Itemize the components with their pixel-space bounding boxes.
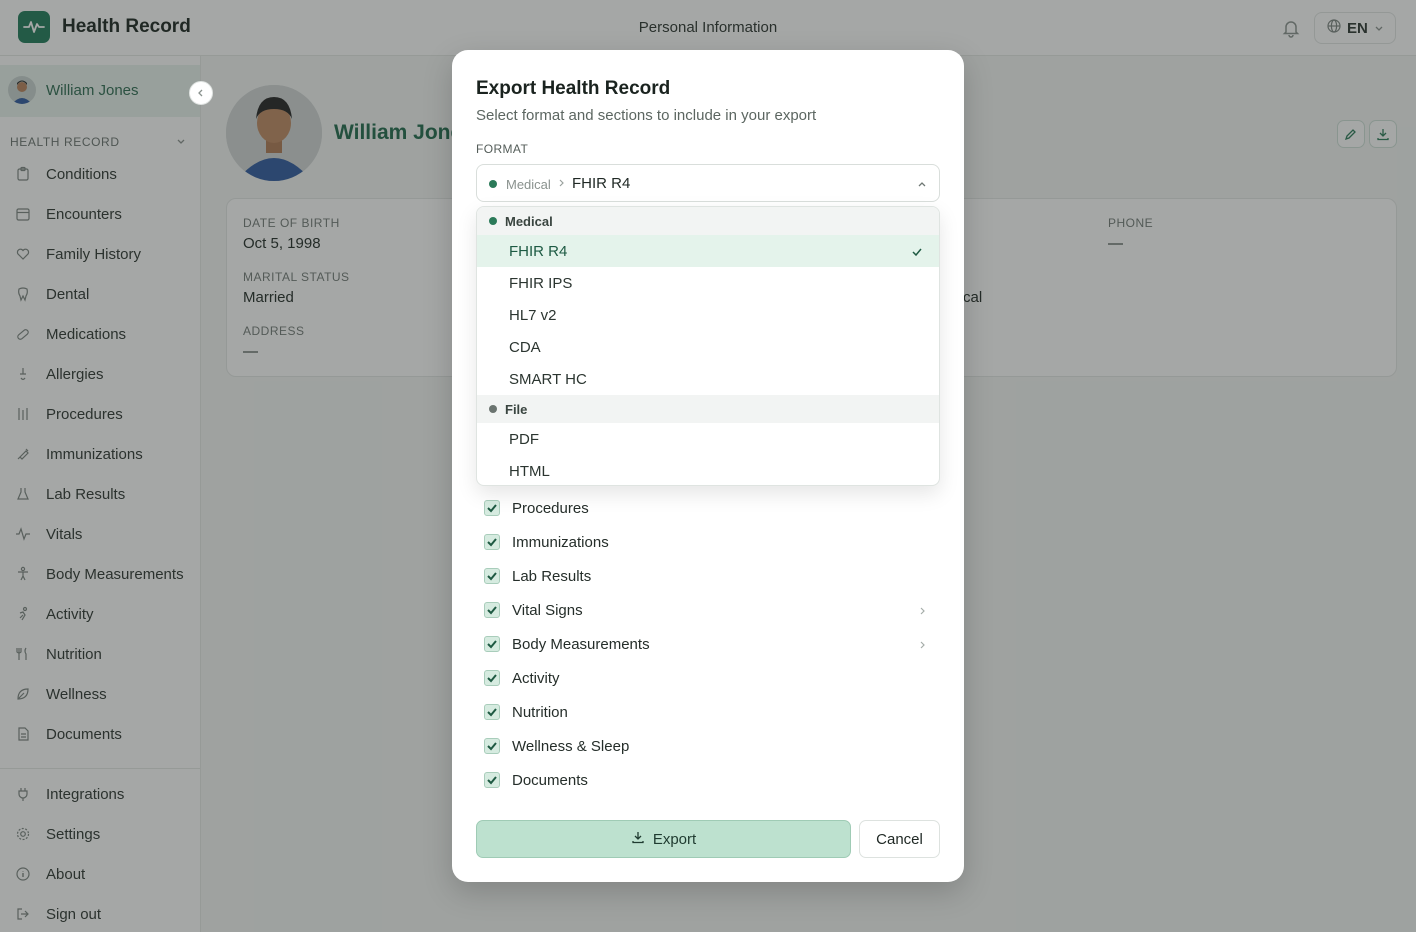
selected-format-value: FHIR R4 bbox=[572, 175, 631, 192]
section-checkbox-row[interactable]: Immunizations bbox=[484, 531, 934, 555]
section-checkbox-label: Documents bbox=[512, 772, 588, 789]
dropdown-option-label: PDF bbox=[509, 431, 539, 448]
group-dot-icon bbox=[489, 405, 497, 413]
section-checkbox-row[interactable]: Procedures bbox=[484, 497, 934, 521]
chevron-up-icon bbox=[915, 177, 929, 191]
checkbox-checked-icon[interactable] bbox=[484, 534, 500, 550]
modal-title: Export Health Record bbox=[476, 78, 671, 99]
group-dot-icon bbox=[489, 217, 497, 225]
section-checkbox-label: Nutrition bbox=[512, 704, 568, 721]
cancel-label: Cancel bbox=[876, 830, 923, 848]
section-checkbox-row[interactable]: Body Measurements bbox=[484, 633, 934, 657]
download-icon bbox=[631, 830, 645, 848]
chevron-right-icon[interactable] bbox=[918, 638, 928, 650]
dropdown-option-label: HTML bbox=[509, 463, 550, 480]
dropdown-option-label: FHIR R4 bbox=[509, 243, 568, 260]
checkbox-checked-icon[interactable] bbox=[484, 500, 500, 516]
section-checkbox-row[interactable]: Nutrition bbox=[484, 701, 934, 725]
section-checkbox-label: Body Measurements bbox=[512, 636, 650, 653]
section-checkbox-label: Lab Results bbox=[512, 568, 592, 585]
section-checkbox-label: Immunizations bbox=[512, 534, 609, 551]
export-label: Export bbox=[652, 830, 697, 848]
modal-subtitle: Select format and sections to include in… bbox=[476, 107, 817, 124]
section-checkbox-row[interactable]: Documents bbox=[484, 769, 934, 793]
collapse-sidebar-button[interactable] bbox=[189, 81, 213, 105]
dropdown-option[interactable]: HL7 v2 bbox=[477, 299, 939, 331]
dropdown-group-label: File bbox=[505, 402, 528, 417]
section-checkbox-row[interactable]: Activity bbox=[484, 667, 934, 691]
dropdown-option-label: HL7 v2 bbox=[509, 307, 557, 324]
checkbox-checked-icon[interactable] bbox=[484, 670, 500, 686]
format-label: FORMAT bbox=[476, 142, 529, 156]
checkbox-checked-icon[interactable] bbox=[484, 704, 500, 720]
cancel-button[interactable]: Cancel bbox=[859, 820, 940, 858]
dropdown-option[interactable]: CDA bbox=[477, 331, 939, 363]
section-checkbox-label: Procedures bbox=[512, 500, 589, 517]
dropdown-option-label: CDA bbox=[509, 339, 541, 356]
chevron-left-icon bbox=[198, 89, 203, 97]
dropdown-group-header: Medical bbox=[477, 207, 939, 235]
checkbox-checked-icon[interactable] bbox=[484, 636, 500, 652]
section-checkbox-label: Vital Signs bbox=[512, 602, 583, 619]
section-checkbox-row[interactable]: Wellness & Sleep bbox=[484, 735, 934, 759]
checkbox-checked-icon[interactable] bbox=[484, 772, 500, 788]
chevron-right-icon[interactable] bbox=[918, 604, 928, 616]
export-modal: Export Health Record Select format and s… bbox=[452, 50, 964, 882]
dropdown-option[interactable]: PDF bbox=[477, 423, 939, 455]
checkbox-checked-icon[interactable] bbox=[484, 738, 500, 754]
group-dot-icon bbox=[489, 180, 497, 188]
section-checkbox-row[interactable]: Lab Results bbox=[484, 565, 934, 589]
dropdown-option-label: SMART HC bbox=[509, 371, 587, 388]
section-checkbox-label: Activity bbox=[512, 670, 560, 687]
dropdown-option-label: FHIR IPS bbox=[509, 275, 573, 292]
chevron-right-icon bbox=[557, 176, 567, 193]
checkbox-checked-icon[interactable] bbox=[484, 568, 500, 584]
dropdown-option[interactable]: FHIR R4 bbox=[477, 235, 939, 267]
checkbox-checked-icon[interactable] bbox=[484, 602, 500, 618]
format-select[interactable]: Medical FHIR R4 bbox=[476, 164, 940, 202]
section-checkbox-label: Wellness & Sleep bbox=[512, 738, 630, 755]
check-icon bbox=[911, 245, 923, 257]
dropdown-option[interactable]: SMART HC bbox=[477, 363, 939, 395]
dropdown-group-label: Medical bbox=[505, 214, 553, 229]
section-checkbox-row[interactable]: Vital Signs bbox=[484, 599, 934, 623]
format-dropdown: Medical FHIR R4 FHIR IPS HL7 v2 CDA SMART HC F… bbox=[476, 206, 940, 486]
selected-group-label: Medical bbox=[506, 177, 551, 192]
export-button[interactable]: Export bbox=[476, 820, 851, 858]
dropdown-option[interactable]: FHIR IPS bbox=[477, 267, 939, 299]
dropdown-group-header: File bbox=[477, 395, 939, 423]
dropdown-option[interactable]: HTML bbox=[477, 455, 939, 485]
